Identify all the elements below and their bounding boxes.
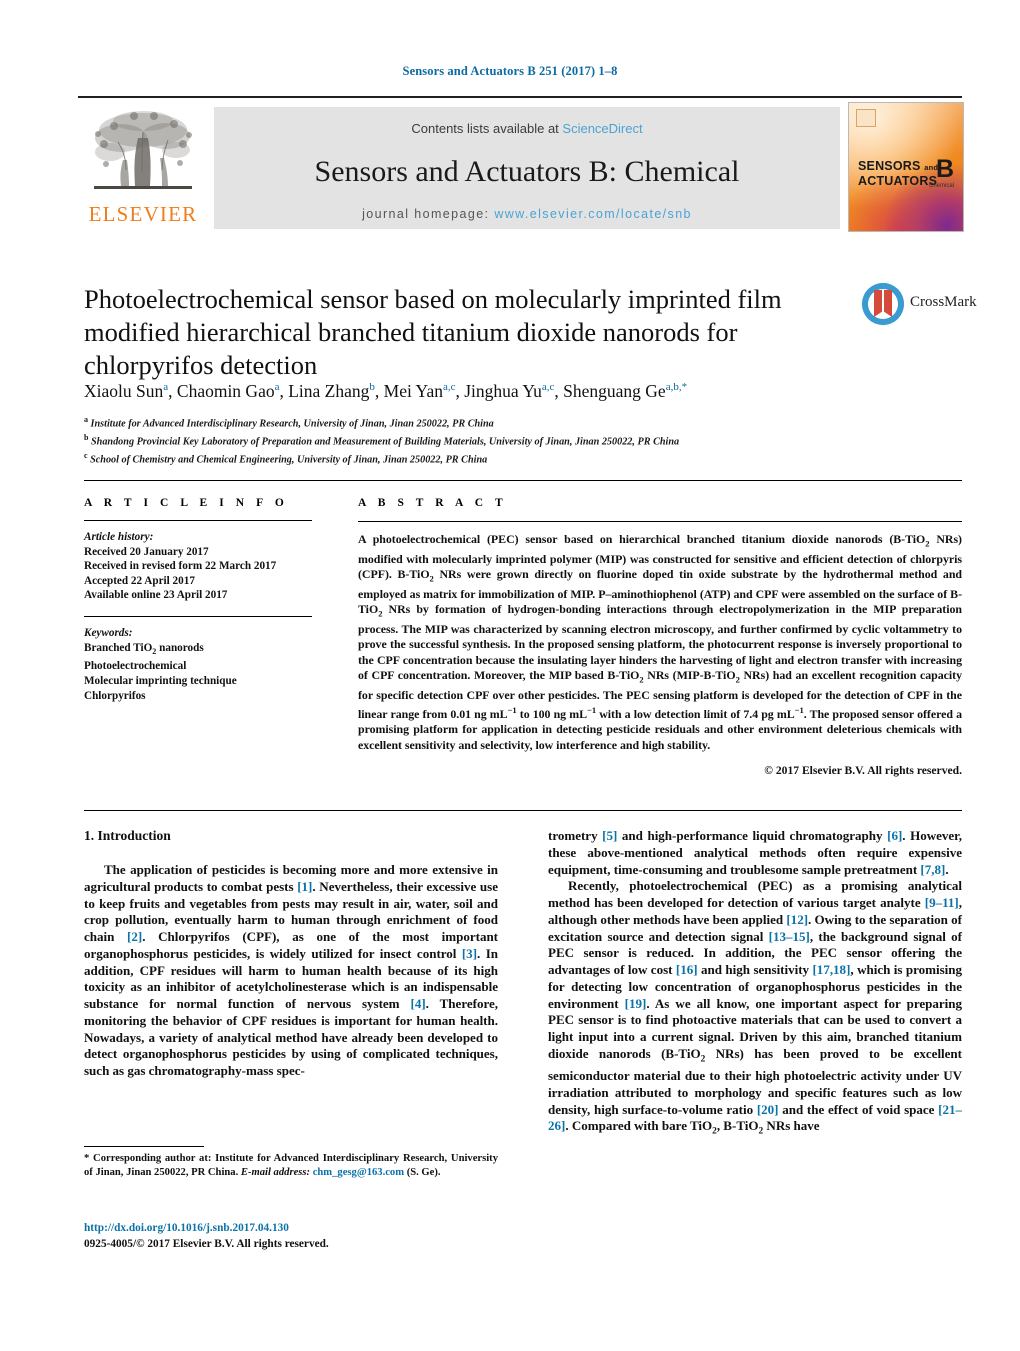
crossmark-book-spine-icon bbox=[882, 290, 884, 315]
article-history-online: Available online 23 April 2017 bbox=[84, 589, 228, 602]
email-address-suffix: (S. Ge). bbox=[406, 1166, 441, 1178]
affiliation-a-text: Institute for Advanced Interdisciplinary… bbox=[90, 418, 494, 430]
doi-link[interactable]: http://dx.doi.org/10.1016/j.snb.2017.04.… bbox=[84, 1222, 289, 1234]
abstract-copyright: © 2017 Elsevier B.V. All rights reserved… bbox=[764, 763, 962, 777]
crossmark-label: CrossMark bbox=[910, 294, 977, 310]
keyword-3: Molecular imprinting technique bbox=[84, 674, 237, 687]
abstract-column: A B S T R A C T A photoelectrochemical (… bbox=[358, 497, 962, 777]
journal-homepage-line: journal homepage: www.elsevier.com/locat… bbox=[214, 207, 840, 221]
affiliation-b: b Shandong Provincial Key Laboratory of … bbox=[84, 431, 884, 449]
abstract-band-top-rule bbox=[84, 480, 962, 481]
elsevier-tree-icon bbox=[94, 111, 192, 189]
issn-copyright-line: 0925-4005/© 2017 Elsevier B.V. All right… bbox=[84, 1238, 329, 1250]
article-history-label: Article history: bbox=[84, 531, 154, 543]
keyword-4: Chlorpyrifos bbox=[84, 689, 146, 702]
affiliation-a: a Institute for Advanced Interdisciplina… bbox=[84, 413, 884, 431]
keywords-label: Keywords: bbox=[84, 626, 133, 639]
cover-actuators-text: ACTUATORS bbox=[858, 174, 938, 188]
running-head: Sensors and Actuators B 251 (2017) 1–8 bbox=[402, 64, 618, 78]
crossmark-icon bbox=[862, 283, 904, 325]
body-left-column: The application of pesticides is becomin… bbox=[84, 862, 499, 1078]
article-info-heading: A R T I C L E I N F O bbox=[84, 497, 289, 509]
affiliation-b-marker: b bbox=[84, 432, 89, 442]
cover-sensors-text: SENSORS and bbox=[858, 159, 938, 173]
elsevier-wordmark: ELSEVIER bbox=[88, 202, 198, 226]
page-title: Photoelectrochemical sensor based on mol… bbox=[84, 284, 782, 380]
abstract-text: A photoelectrochemical (PEC) sensor base… bbox=[358, 532, 962, 752]
journal-cover-thumbnail: SENSORS and ACTUATORS B Chemical bbox=[848, 102, 964, 232]
affiliation-b-text: Shandong Provincial Key Laboratory of Pr… bbox=[91, 436, 680, 448]
article-history-accepted: Accepted 22 April 2017 bbox=[84, 574, 195, 587]
homepage-url-link[interactable]: www.elsevier.com/locate/snb bbox=[494, 207, 692, 221]
email-address-link[interactable]: chm_gesg@163.com bbox=[313, 1167, 404, 1178]
elsevier-logo: ELSEVIER bbox=[82, 106, 204, 228]
email-address-label: E-mail address: bbox=[240, 1166, 311, 1178]
cover-series-letter: B bbox=[935, 155, 954, 183]
affiliation-c-marker: c bbox=[84, 450, 88, 460]
journal-masthead: ELSEVIER Contents lists available at Sci… bbox=[78, 96, 964, 234]
abstract-heading: A B S T R A C T bbox=[358, 497, 508, 509]
article-info-rule bbox=[84, 520, 312, 521]
abstract-rule bbox=[358, 521, 962, 522]
masthead-top-rule bbox=[78, 96, 962, 98]
corresponding-author-footnote: * Corresponding author at: Institute for… bbox=[84, 1152, 498, 1179]
affiliation-a-marker: a bbox=[84, 415, 88, 424]
journal-title: Sensors and Actuators B: Chemical bbox=[314, 155, 740, 188]
affiliation-list: a Institute for Advanced Interdisciplina… bbox=[84, 413, 884, 466]
article-history-received: Received 20 January 2017 bbox=[84, 545, 209, 558]
cover-sensors-word: SENSORS bbox=[858, 159, 921, 173]
contents-prefix: Contents lists available at bbox=[411, 121, 563, 136]
masthead-center-band: Contents lists available at ScienceDirec… bbox=[214, 107, 840, 229]
affiliation-c: c School of Chemistry and Chemical Engin… bbox=[84, 449, 884, 467]
body-right-column: trometry [5] and high-performance liquid… bbox=[548, 828, 963, 1137]
footnote-rule bbox=[84, 1146, 204, 1147]
abstract-band-bottom-rule bbox=[84, 810, 962, 811]
author-list: Xiaolu Suna, Chaomin Gaoa, Lina Zhangb, … bbox=[84, 381, 688, 401]
article-info-column: A R T I C L E I N F O Article history: R… bbox=[84, 497, 334, 703]
cover-series-sub: Chemical bbox=[928, 183, 954, 189]
affiliation-c-text: School of Chemistry and Chemical Enginee… bbox=[90, 453, 488, 465]
contents-available-line: Contents lists available at ScienceDirec… bbox=[214, 121, 840, 136]
article-history-revised: Received in revised form 22 March 2017 bbox=[84, 560, 277, 573]
section-title-introduction: 1. Introduction bbox=[84, 828, 171, 843]
homepage-prefix: journal homepage: bbox=[362, 207, 495, 221]
sciencedirect-link[interactable]: ScienceDirect bbox=[562, 121, 642, 136]
keywords-rule bbox=[84, 615, 312, 617]
cover-publisher-badge-icon bbox=[856, 109, 876, 127]
keyword-2: Photoelectrochemical bbox=[84, 660, 187, 673]
paper-page: Sensors and Actuators B 251 (2017) 1–8 E… bbox=[0, 0, 1020, 1351]
keyword-1: Branched TiO2 nanorods bbox=[84, 641, 204, 656]
crossmark-badge[interactable]: CrossMark bbox=[862, 283, 977, 335]
